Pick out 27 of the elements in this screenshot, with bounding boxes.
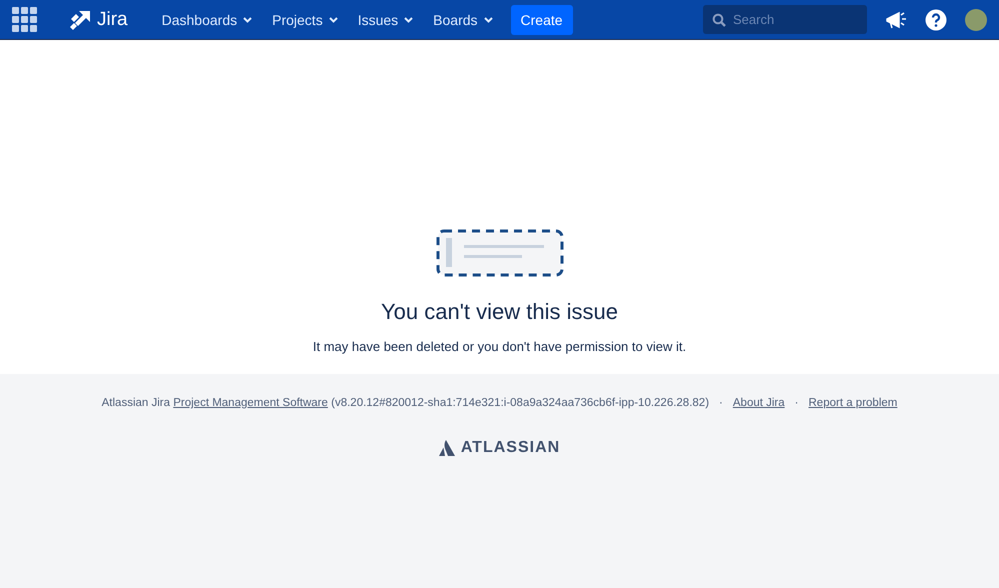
error-title: You can't view this issue xyxy=(381,299,618,325)
nav-menu[interactable]: Issues xyxy=(350,6,422,34)
product-name: Jira xyxy=(97,8,128,30)
nav-menu[interactable]: Boards xyxy=(425,6,501,34)
brand-name: ATLASSIAN xyxy=(460,439,560,457)
chevron-down-icon xyxy=(328,16,338,22)
error-message: It may have been deleted or you don't have permission to view it. xyxy=(312,339,686,354)
chevron-down-icon xyxy=(243,16,252,22)
user-avatar[interactable] xyxy=(965,8,987,30)
create-button[interactable]: Create xyxy=(510,4,573,34)
nav-menu[interactable]: Dashboards xyxy=(154,6,260,34)
help-icon[interactable] xyxy=(925,8,947,30)
search-icon xyxy=(712,13,726,27)
separator-dot: · xyxy=(794,397,798,409)
nav-menu[interactable]: Projects xyxy=(264,6,346,34)
jira-logo-icon xyxy=(69,10,91,30)
footer-link[interactable]: About Jira xyxy=(732,397,785,409)
product-link[interactable]: Project Management Software xyxy=(173,397,328,409)
megaphone-icon[interactable] xyxy=(885,10,907,30)
chevron-down-icon xyxy=(404,16,414,22)
chevron-down-icon xyxy=(484,16,493,22)
separator-dot: · xyxy=(719,397,723,409)
app-switcher-icon[interactable] xyxy=(12,7,37,32)
search-field[interactable]: Search xyxy=(703,5,867,34)
footer-link[interactable]: Report a problem xyxy=(808,397,898,409)
atlassian-logo-icon xyxy=(438,440,455,456)
version-info: Atlassian Jira Project Management Software (v8.20.12#820012-sha1:714e321:i-08a9a324aa736cb6f-ipp-10.226.28.82) xyxy=(102,397,710,409)
